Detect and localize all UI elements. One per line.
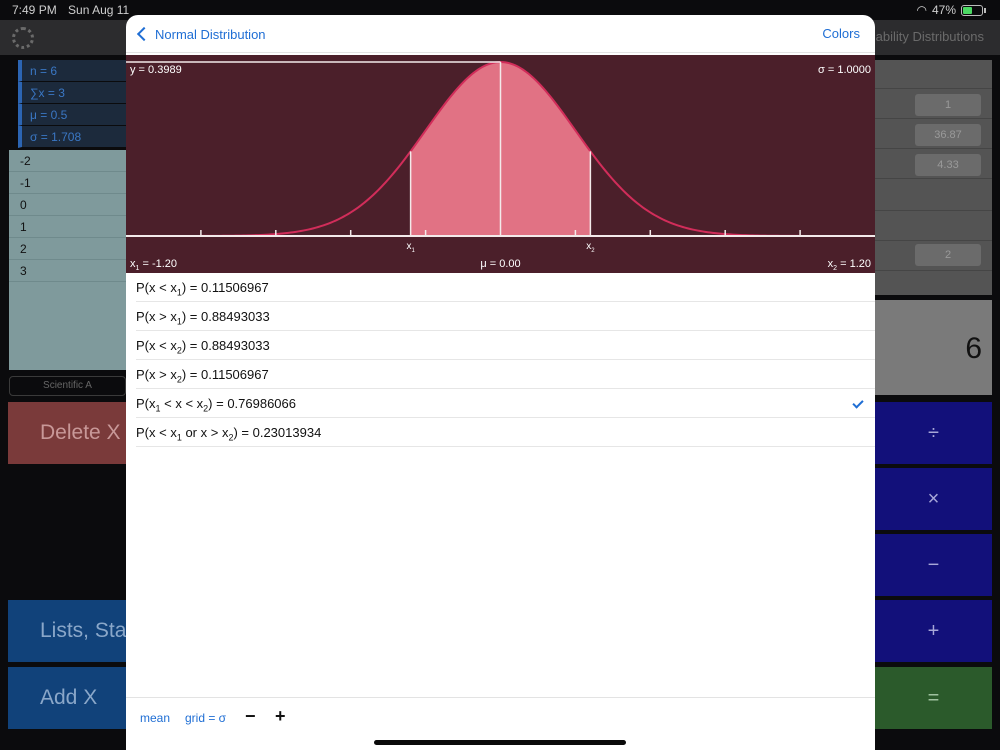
list-item[interactable]: 0 — [9, 194, 126, 216]
distribution-chart[interactable]: y = 0.3989 σ = 1.0000 x1 x2 x1 = -1.20 μ… — [126, 55, 875, 273]
param-field[interactable]: 36.87 — [915, 124, 981, 146]
param-field[interactable]: 2 — [915, 244, 981, 266]
display-value: 6 — [965, 332, 982, 365]
prob-between[interactable]: P(x1 < x < x2) = 0.76986066 — [126, 389, 875, 418]
sigma-label: σ = 1.0000 — [818, 64, 871, 76]
divider — [875, 240, 992, 241]
add-button[interactable]: + — [875, 600, 992, 662]
add-x-button[interactable]: Add X — [8, 667, 126, 729]
divider — [875, 118, 992, 119]
prob-less-x1[interactable]: P(x < x1) = 0.11506967 — [126, 273, 875, 302]
subtract-button[interactable]: − — [875, 534, 992, 596]
mean-button[interactable]: mean — [140, 711, 170, 725]
divider — [875, 88, 992, 89]
prob-less-x2[interactable]: P(x < x2) = 0.88493033 — [126, 331, 875, 360]
checkmark-icon — [852, 397, 864, 409]
parameter-panel: 1 36.87 4.33 2 — [875, 60, 992, 295]
multiply-button[interactable]: × — [875, 468, 992, 530]
stat-sigma: σ = 1.708 — [18, 126, 126, 148]
grid-button[interactable]: grid = σ — [185, 711, 226, 725]
prob-outside[interactable]: P(x < x1 or x > x2) = 0.23013934 — [126, 418, 875, 447]
prob-greater-x2[interactable]: P(x > x2) = 0.11506967 — [126, 360, 875, 389]
home-indicator[interactable] — [374, 740, 626, 745]
list-item[interactable]: 2 — [9, 238, 126, 260]
back-label: Normal Distribution — [155, 26, 266, 42]
header-title-right[interactable]: ability Distributions — [876, 29, 984, 44]
y-peak-label: y = 0.3989 — [130, 64, 182, 76]
gear-icon[interactable] — [12, 27, 34, 49]
divider — [875, 148, 992, 149]
list-item[interactable]: 1 — [9, 216, 126, 238]
prob-greater-x1[interactable]: P(x > x1) = 0.88493033 — [126, 302, 875, 331]
zoom-out-button[interactable]: − — [245, 706, 256, 727]
equals-button[interactable]: = — [875, 667, 992, 729]
param-field[interactable]: 4.33 — [915, 154, 981, 176]
calculator-display: 6 — [875, 300, 992, 395]
list-item[interactable]: -1 — [9, 172, 126, 194]
colors-button[interactable]: Colors — [822, 26, 860, 41]
stats-box: n = 6 ∑x = 3 μ = 0.5 σ = 1.708 — [18, 60, 126, 148]
stat-mean: μ = 0.5 — [18, 104, 126, 126]
divide-button[interactable]: ÷ — [875, 402, 992, 464]
stat-sum: ∑x = 3 — [18, 82, 126, 104]
list-item[interactable]: 3 — [9, 260, 126, 282]
delete-x-button[interactable]: Delete X — [8, 402, 126, 464]
divider — [875, 210, 992, 211]
stat-n: n = 6 — [18, 60, 126, 82]
bottom-toolbar: mean grid = σ − + — [126, 697, 875, 741]
lists-stats-button[interactable]: Lists, Stat — [8, 600, 126, 662]
normal-distribution-modal: Normal Distribution Colors y = 0.3989 σ … — [126, 15, 875, 750]
divider — [875, 270, 992, 271]
nav-bar: Normal Distribution Colors — [126, 15, 875, 53]
mu-label: μ = 0.00 — [480, 258, 520, 270]
chart-svg[interactable]: y = 0.3989 σ = 1.0000 x1 x2 x1 = -1.20 μ… — [126, 55, 875, 273]
list-item[interactable]: -2 — [9, 150, 126, 172]
param-field[interactable]: 1 — [915, 94, 981, 116]
mode-label[interactable]: Scientific A — [9, 376, 126, 396]
divider — [875, 178, 992, 179]
probability-list: P(x < x1) = 0.11506967 P(x > x1) = 0.884… — [126, 273, 875, 447]
zoom-in-button[interactable]: + — [275, 706, 286, 727]
data-list[interactable]: -2 -1 0 1 2 3 — [9, 150, 126, 370]
back-button[interactable]: Normal Distribution — [134, 23, 266, 45]
chevron-left-icon — [136, 26, 152, 42]
